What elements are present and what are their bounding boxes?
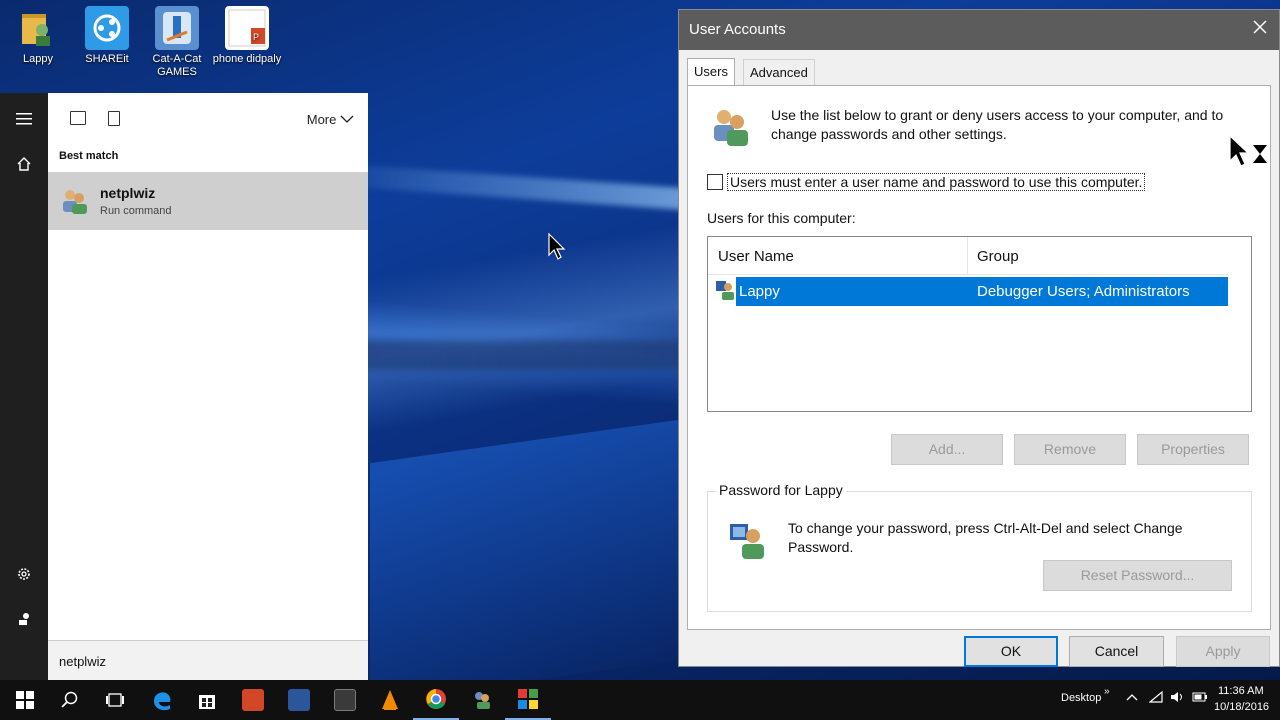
documents-filter-icon[interactable]	[108, 111, 120, 126]
desktop-icon-label: Cat-A-Cat GAMES	[152, 53, 202, 78]
start-menu-rail	[0, 93, 48, 680]
wallpaper-light-panel	[370, 416, 700, 680]
edge-browser-icon[interactable]	[139, 680, 185, 720]
user-password-icon	[728, 520, 770, 562]
desktop-toolbar-label[interactable]: Desktop	[1061, 692, 1101, 704]
folder-icon	[16, 6, 60, 50]
more-label: More	[306, 112, 337, 127]
result-subtitle: Run command	[100, 205, 172, 217]
desktop-icon-lappy[interactable]: Lappy	[2, 6, 74, 66]
user-accounts-task-icon[interactable]	[459, 680, 505, 720]
tiles-app-icon[interactable]	[505, 680, 551, 720]
user-accounts-dialog: User Accounts Users Advanced Use the lis…	[678, 9, 1280, 667]
chrome-icon[interactable]	[413, 680, 459, 720]
search-icon[interactable]	[47, 680, 93, 720]
search-input-text[interactable]: netplwiz	[59, 654, 106, 669]
users-list-header: User Name Group	[708, 237, 1228, 275]
remove-user-button[interactable]: Remove	[1014, 434, 1126, 465]
volume-icon[interactable]	[1170, 691, 1184, 706]
desktop-icon-cat-a-cat[interactable]: Cat-A-Cat GAMES	[141, 6, 213, 79]
home-icon[interactable]	[0, 144, 48, 184]
add-user-button[interactable]: Add...	[891, 434, 1003, 465]
search-box[interactable]: netplwiz	[48, 640, 368, 680]
close-icon[interactable]	[1253, 18, 1267, 39]
task-view-icon[interactable]	[92, 680, 138, 720]
store-icon[interactable]	[184, 680, 230, 720]
chevron-down-icon	[340, 112, 354, 127]
users-icon	[59, 186, 89, 216]
svg-text:P: P	[253, 32, 259, 42]
apply-button[interactable]: Apply	[1176, 636, 1270, 667]
powerpoint-icon[interactable]	[230, 680, 276, 720]
desktop-icon-label: SHAREit	[85, 53, 129, 65]
password-help-text: To change your password, press Ctrl-Alt-…	[788, 520, 1183, 555]
dialog-title: User Accounts	[689, 21, 786, 38]
intro-text: Use the list below to grant or deny user…	[771, 107, 1224, 142]
busy-cursor-icon	[1229, 134, 1269, 176]
row-group: Debugger Users; Administrators	[977, 283, 1190, 300]
ok-button[interactable]: OK	[964, 636, 1058, 667]
row-user-name: Lappy	[739, 283, 780, 300]
shareit-icon	[85, 6, 129, 50]
powerpoint-file-icon: P	[225, 6, 269, 50]
search-result-netplwiz[interactable]: netplwiz Run command	[48, 172, 368, 230]
password-groupbox: Password for Lappy To change your passwo…	[707, 482, 1252, 612]
game-icon	[155, 6, 199, 50]
toolbar-expand-icon[interactable]: »	[1104, 686, 1110, 697]
settings-gear-icon[interactable]	[0, 554, 48, 594]
vlc-icon[interactable]	[367, 680, 413, 720]
cancel-button[interactable]: Cancel	[1069, 636, 1164, 667]
network-icon[interactable]	[1148, 690, 1163, 706]
users-icon	[710, 106, 752, 148]
users-tab-pane: Use the list below to grant or deny user…	[687, 85, 1271, 630]
dialog-titlebar[interactable]: User Accounts	[679, 10, 1279, 50]
search-filter-toolbar: More	[48, 93, 368, 145]
apps-filter-icon[interactable]	[70, 111, 86, 125]
require-password-option[interactable]: Users must enter a user name and passwor…	[707, 173, 1146, 191]
video-app-icon[interactable]	[322, 680, 368, 720]
reset-password-button[interactable]: Reset Password...	[1043, 560, 1232, 591]
column-header-group[interactable]: Group	[977, 248, 1019, 265]
require-password-label[interactable]: Users must enter a user name and passwor…	[727, 173, 1146, 191]
tab-advanced[interactable]: Advanced	[743, 59, 815, 85]
windows-start-icon[interactable]	[2, 680, 48, 720]
clock-date[interactable]: 10/18/2016	[1214, 701, 1269, 713]
best-match-heading: Best match	[59, 150, 119, 162]
password-group-title: Password for Lappy	[716, 482, 846, 498]
desktop-icon-label: Lappy	[23, 53, 53, 65]
taskbar: Desktop » 11:36 AM 10/18/2016	[0, 680, 1280, 720]
battery-icon[interactable]	[1192, 692, 1208, 705]
hamburger-menu-icon[interactable]	[0, 99, 48, 139]
result-title: netplwiz	[100, 185, 156, 201]
require-password-checkbox[interactable]	[707, 174, 723, 190]
table-row[interactable]: Lappy Debugger Users; Administrators	[736, 277, 1228, 306]
properties-button[interactable]: Properties	[1137, 434, 1249, 465]
desktop-icon-phone-didpaly[interactable]: P phone didpaly	[211, 6, 283, 66]
users-list-label: Users for this computer:	[707, 210, 856, 226]
word-icon[interactable]	[276, 680, 322, 720]
chevron-up-icon[interactable]	[1126, 692, 1138, 704]
mouse-cursor-icon	[548, 232, 566, 266]
clock-time[interactable]: 11:36 AM	[1218, 685, 1264, 697]
desktop-icon-label: phone didpaly	[212, 53, 282, 65]
feedback-icon[interactable]	[0, 599, 48, 639]
more-filters-dropdown[interactable]: More	[307, 112, 354, 127]
users-list[interactable]: User Name Group Lappy Debugger Users; Ad…	[707, 236, 1252, 412]
column-divider[interactable]	[967, 237, 968, 275]
column-header-user-name[interactable]: User Name	[718, 248, 794, 265]
start-search-panel: More Best match netplwiz Run command net…	[48, 93, 368, 680]
desktop-icon-shareit[interactable]: SHAREit	[71, 6, 143, 66]
tab-users[interactable]: Users	[687, 58, 735, 86]
user-account-icon	[716, 279, 736, 301]
